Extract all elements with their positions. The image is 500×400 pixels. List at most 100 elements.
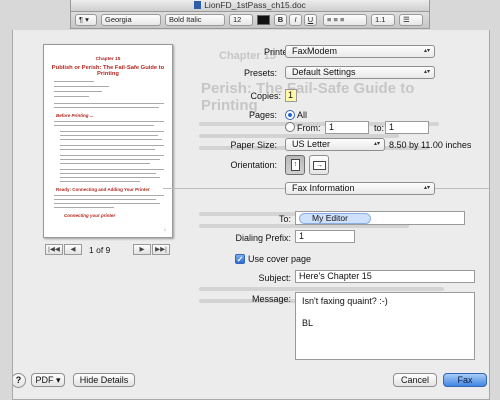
preview-text-line: [60, 159, 160, 161]
chevron-down-icon: ▾: [55, 375, 61, 385]
landscape-icon: →: [313, 161, 326, 170]
window-titlebar: LionFD_1stPass_ch15.doc: [70, 0, 430, 12]
preview-text-line: [60, 177, 160, 179]
preview-text-line: [60, 139, 162, 141]
align-right-icon: ≡: [339, 15, 345, 24]
preview-text-line: [54, 107, 159, 109]
preview-chapter: Chapter 15: [95, 57, 121, 62]
message-field[interactable]: Isn't faxing quaint? :-) BL: [295, 292, 475, 360]
preview-text-line: [54, 91, 102, 93]
chevron-down-icon: ▾: [85, 15, 89, 24]
print-section-popup[interactable]: Fax Information ▴▾: [285, 182, 435, 195]
copies-field[interactable]: 1: [285, 89, 297, 102]
to-page-field[interactable]: 1: [385, 121, 429, 134]
help-button[interactable]: ?: [13, 373, 26, 388]
preview-text-line: [54, 121, 164, 123]
preview-text-line: [54, 199, 156, 201]
previous-page-button[interactable]: ◀: [64, 244, 82, 255]
pages-to-label: to:: [374, 123, 385, 133]
fax-button[interactable]: Fax: [443, 373, 487, 387]
preview-title: Publish or Perish: The Fail-Safe Guide t…: [51, 65, 165, 77]
paper-size-label: Paper Size:: [230, 140, 277, 150]
dialing-prefix-field[interactable]: 1: [295, 230, 355, 243]
preview-text-line: [54, 81, 94, 83]
portrait-icon: ↑: [291, 159, 300, 171]
underline-button[interactable]: U: [304, 14, 317, 26]
presets-popup[interactable]: Default Settings ▴▾: [285, 66, 435, 79]
presets-label: Presets:: [243, 68, 277, 78]
format-toolbar: ¶ ▾ Georgia Bold Italic 12 B I U ≡ ≡ ≡ 1…: [70, 12, 430, 29]
paper-dimensions: 8.50 by 11.00 inches: [389, 140, 472, 150]
bold-button[interactable]: B: [274, 14, 287, 26]
first-page-icon: |◀◀: [48, 246, 60, 253]
paper-size-popup[interactable]: US Letter ▴▾: [285, 138, 385, 151]
next-page-icon: ▶: [139, 246, 145, 253]
next-page-button[interactable]: ▶: [133, 244, 151, 255]
preview-text-line: [60, 169, 164, 171]
pages-all-radio[interactable]: [285, 110, 295, 120]
preview-heading: Ready: Connecting and Adding Your Printe…: [56, 187, 150, 192]
fax-to-label: To:: [278, 214, 291, 224]
hide-details-button[interactable]: Hide Details: [73, 373, 135, 387]
ghost-line: [199, 287, 444, 291]
recipient-token[interactable]: My Editor: [299, 213, 371, 224]
font-popup[interactable]: Georgia: [101, 14, 161, 26]
preview-text-line: [54, 207, 114, 209]
printer-popup[interactable]: FaxModem ▴▾: [285, 45, 435, 58]
from-page-field[interactable]: 1: [325, 121, 369, 134]
window-title: LionFD_1stPass_ch15.doc: [204, 0, 306, 10]
chevron-updown-icon: ▴▾: [373, 141, 380, 147]
preview-text-line: [60, 131, 164, 133]
pages-all-label: All: [297, 110, 308, 120]
preview-footer: 1: [164, 228, 166, 232]
pdf-menu-button[interactable]: PDF ▾: [31, 373, 65, 387]
portrait-button[interactable]: ↑: [285, 155, 305, 175]
list-popup[interactable]: ☰: [399, 14, 423, 26]
preview-text-line: [54, 203, 160, 205]
previous-page-icon: ◀: [70, 246, 76, 253]
message-line: Isn't faxing quaint? :-): [302, 296, 388, 306]
preview-text-line: [54, 103, 164, 105]
font-size-popup[interactable]: 12: [229, 14, 253, 26]
italic-button[interactable]: I: [289, 14, 302, 26]
chevron-updown-icon: ▴▾: [423, 48, 430, 54]
style-popup[interactable]: ¶ ▾: [75, 14, 97, 26]
preview-text-line: [60, 145, 164, 147]
pages-range-radio[interactable]: [285, 122, 295, 132]
print-sheet: Chapter 15 Perish: The Fail-Safe Guide t…: [12, 30, 490, 400]
page-navigator: |◀◀ ◀ 1 of 9 ▶ ▶▶|: [45, 244, 171, 256]
chevron-updown-icon: ▴▾: [423, 69, 430, 75]
page-preview: Chapter 15 Publish or Perish: The Fail-S…: [43, 44, 173, 238]
preview-text-line: [60, 155, 164, 157]
cover-page-label: Use cover page: [248, 254, 312, 264]
preview-heading: Before Printing ...: [56, 113, 94, 118]
printer-label: Printer:: [263, 47, 293, 57]
last-page-button[interactable]: ▶▶|: [152, 244, 170, 255]
chevron-updown-icon: ▴▾: [423, 185, 430, 191]
typeface-popup[interactable]: Bold Italic: [165, 14, 225, 26]
subject-field[interactable]: Here's Chapter 15: [295, 270, 475, 283]
first-page-button[interactable]: |◀◀: [45, 244, 63, 255]
pages-from-label: From:: [297, 123, 321, 133]
cover-page-checkbox[interactable]: ✓: [235, 254, 245, 264]
checkmark-icon: ✓: [236, 255, 244, 264]
dialing-prefix-label: Dialing Prefix:: [235, 233, 291, 243]
message-line: [302, 307, 468, 318]
message-line: BL: [302, 318, 314, 328]
text-color-well[interactable]: [257, 15, 270, 25]
preview-text-line: [54, 96, 89, 98]
preview-text-line: [60, 173, 156, 175]
preview-text-line: [60, 135, 158, 137]
cancel-button[interactable]: Cancel: [393, 373, 437, 387]
preview-text-line: [60, 181, 140, 183]
copies-label: Copies:: [250, 91, 281, 101]
landscape-button[interactable]: →: [309, 155, 329, 175]
preview-text-line: [60, 163, 150, 165]
preview-text-line: [60, 149, 155, 151]
align-left-icon: ≡: [327, 15, 332, 24]
last-page-icon: ▶▶|: [155, 246, 167, 253]
subject-label: Subject:: [258, 273, 291, 283]
preview-text-line: [54, 195, 164, 197]
alignment-control[interactable]: ≡ ≡ ≡: [323, 14, 367, 26]
line-spacing-popup[interactable]: 1.1: [371, 14, 395, 26]
